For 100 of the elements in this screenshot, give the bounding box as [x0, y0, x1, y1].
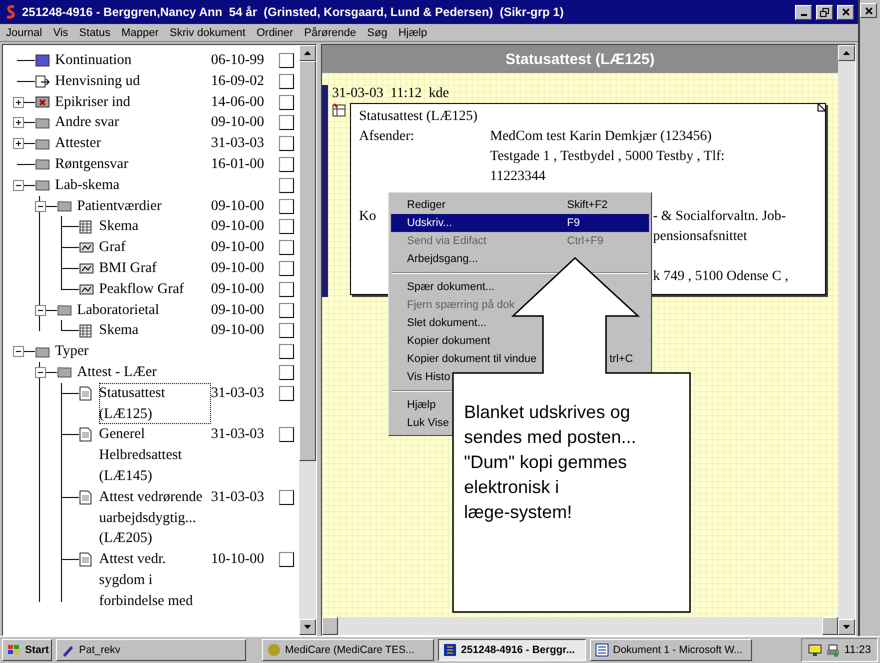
horizontal-scrollbar[interactable]	[322, 617, 838, 635]
clock: 11:23	[844, 644, 871, 656]
tree-item[interactable]: Peakflow Graf	[99, 278, 211, 300]
checkbox[interactable]	[279, 386, 294, 401]
field-value: Testgade 1 , Testbydel , 5000 Testby , Tlf:	[490, 149, 725, 164]
collapse-icon[interactable]	[35, 366, 46, 378]
tree-item[interactable]: Kontinuation	[55, 50, 211, 71]
menu-item[interactable]: Kopier dokument til vindue trl+C	[391, 350, 649, 368]
checkbox[interactable]	[279, 302, 294, 318]
tree-item[interactable]: Statusattest (LÆ125)	[99, 382, 211, 424]
tree-item[interactable]: Attest vedrørende uarbejdsdygtig... (LÆ205)	[99, 486, 211, 550]
document-icon	[79, 427, 92, 442]
checkbox[interactable]	[279, 136, 294, 152]
checkbox[interactable]	[279, 156, 294, 172]
expand-icon[interactable]	[13, 117, 24, 128]
checkbox[interactable]	[279, 364, 294, 380]
tree-item[interactable]: Attest vedr. sygdom i forbindelse med	[99, 549, 211, 612]
collapse-icon[interactable]	[35, 200, 46, 212]
checkbox[interactable]	[279, 219, 294, 234]
tree-item[interactable]: Andre svar	[55, 112, 211, 134]
checkbox[interactable]	[279, 74, 294, 89]
pane-title: Statusattest (LÆ125)	[322, 45, 838, 73]
tree-item[interactable]: Laboratorietal	[77, 300, 211, 320]
item-date: 16-01-00	[211, 154, 266, 174]
menu-item[interactable]: Hjælp	[398, 26, 428, 38]
menu-item[interactable]: Spær dokument...	[391, 278, 494, 296]
item-date: 09-10-00	[211, 300, 266, 320]
folder-icon	[35, 138, 50, 150]
tree-item[interactable]: Attest - LÆer	[77, 362, 211, 383]
checkbox[interactable]	[279, 323, 294, 338]
checkbox[interactable]	[279, 240, 294, 256]
close-icon	[842, 8, 850, 16]
tree-item[interactable]: Skema	[99, 320, 211, 342]
scrollbar[interactable]	[299, 45, 316, 635]
checkbox[interactable]	[279, 178, 294, 193]
checkbox[interactable]	[279, 53, 294, 68]
checkbox[interactable]	[279, 427, 294, 442]
scroll-up-icon	[304, 51, 311, 55]
note-icon	[35, 54, 50, 67]
checkbox[interactable]	[279, 282, 294, 297]
tree-item[interactable]: Patientværdier	[77, 196, 211, 216]
tree-item[interactable]: BMI Graf	[99, 258, 211, 279]
tree-item[interactable]: Typer	[55, 341, 211, 362]
tree-item[interactable]: Skema	[99, 216, 211, 238]
table-icon	[79, 324, 92, 338]
menu-item[interactable]: Søg	[367, 26, 388, 38]
menu-item[interactable]: Udskriv... F9	[391, 214, 649, 232]
checkbox[interactable]	[279, 198, 294, 214]
item-date: 09-10-00	[211, 321, 266, 340]
field-label: Afsender:	[359, 129, 414, 144]
taskbar-button[interactable]: 251248-4916 - Berggr...	[438, 639, 586, 661]
start-button[interactable]: Start	[2, 639, 52, 661]
menu-item[interactable]: Ordiner	[256, 26, 294, 38]
taskbar-button[interactable]: Pat_rekv	[56, 639, 246, 661]
checkbox[interactable]	[279, 260, 294, 276]
collapse-icon[interactable]	[13, 180, 24, 191]
menu-item[interactable]: Status	[79, 26, 110, 38]
tree-item[interactable]: Attester	[55, 133, 211, 154]
collapse-icon[interactable]	[13, 346, 24, 358]
tree-item[interactable]: Epikriser ind	[55, 92, 211, 112]
expand-icon[interactable]	[13, 138, 24, 150]
menu-item[interactable]: Journal	[6, 26, 42, 38]
menu-item[interactable]: Rediger Skift+F2	[391, 196, 649, 214]
folder-icon	[35, 95, 50, 108]
checkbox[interactable]	[279, 344, 294, 360]
item-date: 09-10-00	[211, 238, 266, 258]
folder-icon	[57, 366, 72, 378]
tree-item[interactable]: Røntgensvar	[55, 154, 211, 175]
menu-item[interactable]: Vis Histo	[391, 368, 450, 386]
menu-item[interactable]: Skriv dokument	[170, 26, 246, 38]
restore-button[interactable]	[816, 4, 833, 20]
tree-item[interactable]: Generel Helbredsattest (LÆ145)	[99, 424, 211, 487]
scrollbar[interactable]	[838, 45, 855, 635]
menu-item[interactable]: Pårørende	[304, 26, 356, 38]
folder-icon	[35, 158, 50, 170]
collapse-icon[interactable]	[35, 304, 46, 316]
checkbox[interactable]	[279, 552, 294, 568]
taskbar-button[interactable]: MediCare (MediCare TES...	[262, 639, 434, 661]
checkbox[interactable]	[279, 490, 294, 505]
tree-item[interactable]: Lab-skema	[55, 174, 211, 196]
tree-item[interactable]: Graf	[99, 237, 211, 258]
tree-item[interactable]: Henvisning ud	[55, 70, 211, 92]
taskbar-button[interactable]: Dokument 1 - Microsoft W...	[590, 639, 752, 661]
menu-item[interactable]: Hjælp	[391, 396, 436, 414]
close-button[interactable]	[860, 3, 877, 18]
minimize-button[interactable]	[795, 4, 812, 20]
checkbox[interactable]	[279, 94, 294, 110]
menu-item[interactable]: Slet dokument...	[391, 314, 486, 332]
menu-item[interactable]: Mapper	[121, 26, 159, 38]
menu-item[interactable]: Luk Vise	[391, 414, 449, 432]
menu-item[interactable]: Arbejdsgang...	[391, 250, 478, 268]
item-date: 14-06-00	[211, 92, 266, 112]
folder-icon	[35, 179, 50, 192]
checkbox[interactable]	[279, 115, 294, 130]
field-label: Ko	[359, 209, 376, 224]
item-date: 09-10-00	[211, 217, 266, 236]
menu-item[interactable]: Vis	[53, 26, 68, 38]
expand-icon[interactable]	[13, 96, 24, 108]
close-button[interactable]	[837, 4, 854, 20]
menu-item[interactable]: Kopier dokument	[391, 332, 490, 350]
